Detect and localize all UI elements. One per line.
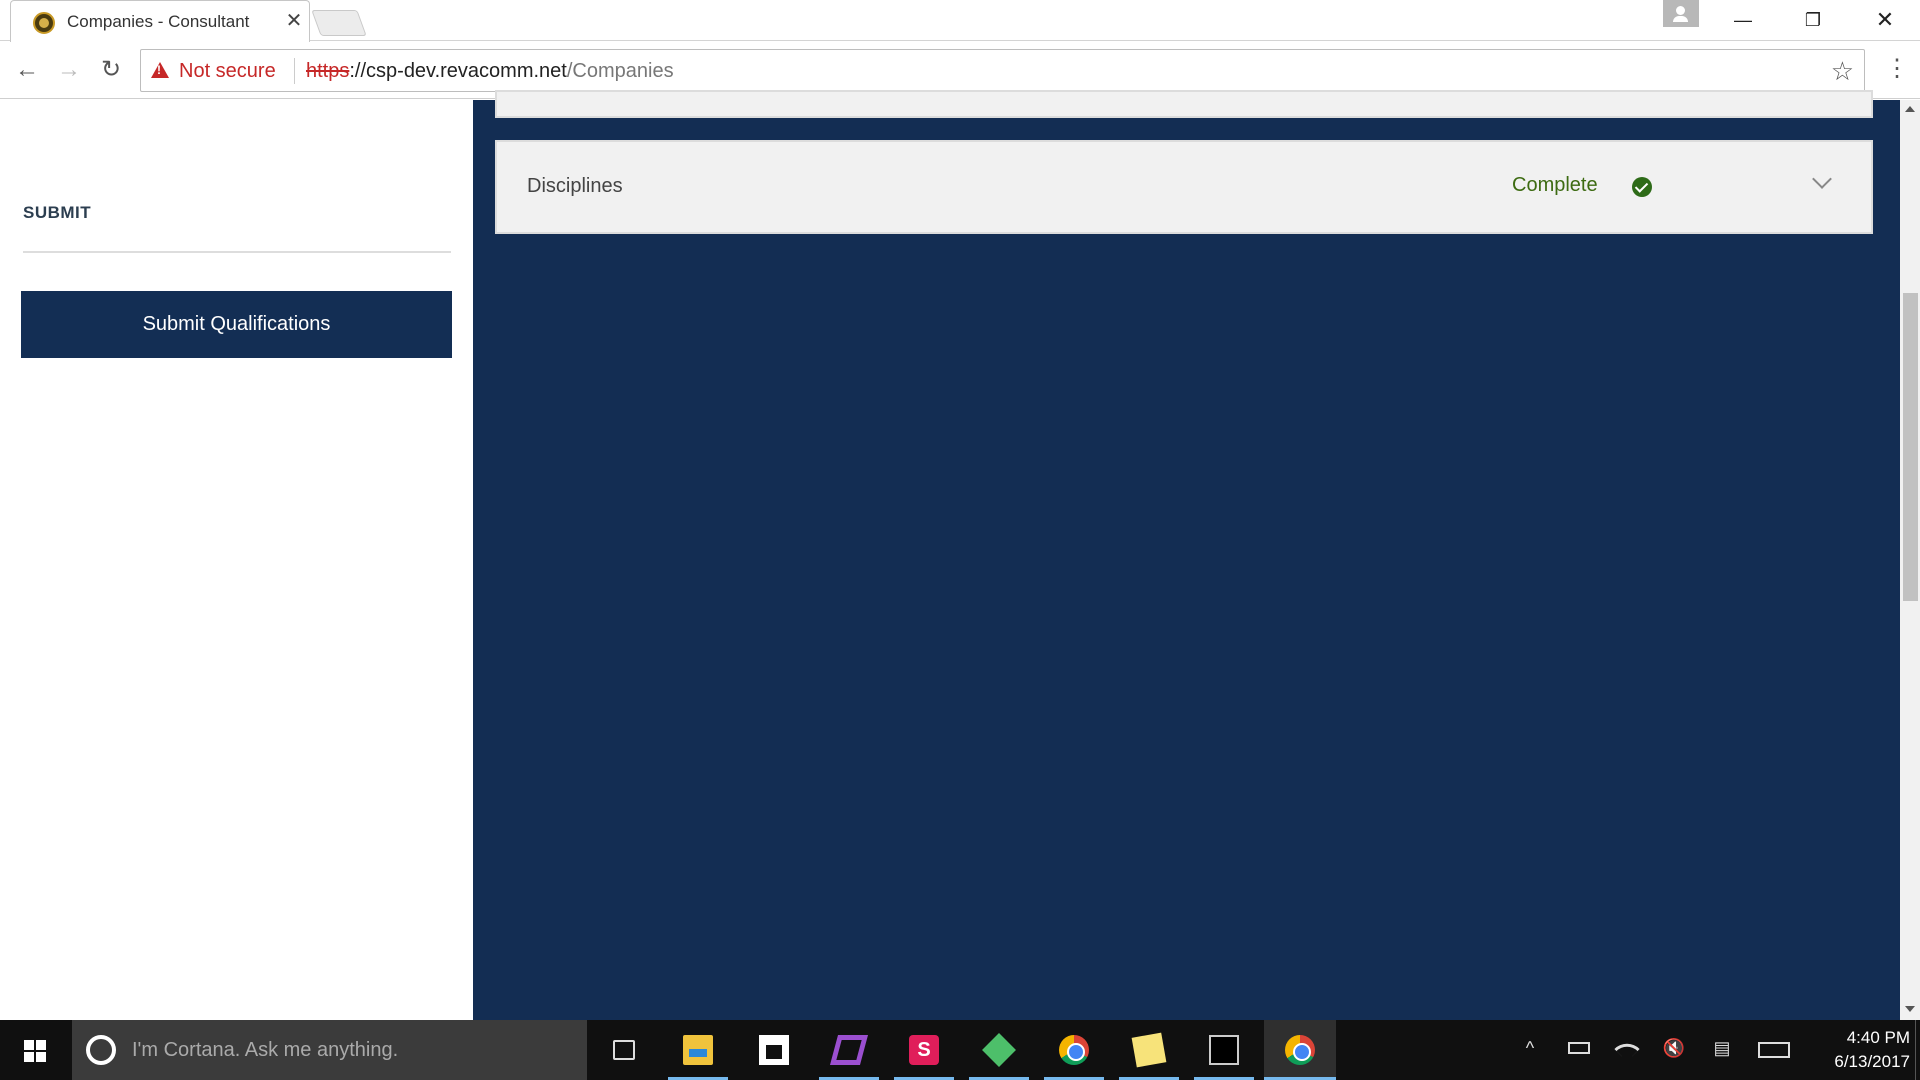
status-label: Complete <box>1512 174 1598 196</box>
submit-qualifications-button[interactable]: Submit Qualifications <box>21 291 452 358</box>
start-button[interactable] <box>0 1020 72 1080</box>
window-minimize-button[interactable]: — <box>1708 0 1778 40</box>
clock-date[interactable]: 6/13/2017 <box>1800 1052 1910 1072</box>
security-indicator[interactable]: Not secure <box>179 60 276 83</box>
taskbar-slack[interactable]: S <box>894 1020 954 1080</box>
page-content: SUBMIT Submit Qualifications Disciplines… <box>0 90 1900 1020</box>
taskbar-file-explorer[interactable] <box>668 1020 728 1080</box>
tab-title: Companies - Consultant <box>67 12 250 31</box>
tab-close-icon[interactable]: ✕ <box>283 9 305 33</box>
taskbar-store[interactable] <box>744 1020 804 1080</box>
taskbar-git-client[interactable] <box>969 1020 1029 1080</box>
taskbar-sticky-notes[interactable] <box>1119 1020 1179 1080</box>
browser-menu-icon[interactable]: ⋮ <box>1885 54 1909 84</box>
main-panel: Disciplines Complete <box>473 90 1900 1020</box>
reload-icon[interactable]: ↻ <box>94 53 128 87</box>
windows-logo-icon <box>24 1040 46 1062</box>
battery-icon[interactable] <box>1566 1038 1592 1062</box>
file-explorer-icon <box>683 1035 713 1065</box>
keyboard-shape <box>1758 1042 1790 1058</box>
bookmark-star-icon[interactable]: ☆ <box>1831 56 1854 87</box>
taskbar-visual-studio[interactable] <box>819 1020 879 1080</box>
chrome-icon <box>1285 1035 1315 1065</box>
check-circle-icon <box>1632 177 1652 197</box>
command-prompt-icon <box>1209 1035 1239 1065</box>
section-divider <box>23 251 451 253</box>
back-arrow-icon[interactable]: ← <box>10 53 44 87</box>
volume-muted-icon[interactable]: 🔇 <box>1660 1038 1688 1062</box>
url-path: /Companies <box>566 60 674 82</box>
taskbar-chrome[interactable] <box>1044 1020 1104 1080</box>
disciplines-accordion[interactable]: Disciplines Complete <box>495 140 1873 234</box>
forward-arrow-icon[interactable]: → <box>52 53 86 87</box>
site-favicon-icon <box>33 12 55 34</box>
touch-keyboard-icon[interactable] <box>1756 1038 1792 1062</box>
chrome-icon <box>1059 1035 1089 1065</box>
chevron-down-icon[interactable] <box>1812 169 1832 189</box>
visual-studio-icon <box>829 1035 869 1065</box>
task-view-icon <box>613 1040 635 1060</box>
window-restore-button[interactable]: ❐ <box>1778 0 1848 40</box>
scroll-down-arrow-icon[interactable] <box>1905 1006 1915 1012</box>
window-close-button[interactable]: ✕ <box>1850 0 1920 40</box>
new-tab-button[interactable] <box>311 10 367 36</box>
profile-icon[interactable] <box>1663 0 1699 27</box>
cortana-search-box[interactable]: I'm Cortana. Ask me anything. <box>72 1020 587 1080</box>
omnibox-divider <box>294 58 295 84</box>
taskbar-command-prompt[interactable] <box>1194 1020 1254 1080</box>
cortana-placeholder: I'm Cortana. Ask me anything. <box>132 1039 399 1061</box>
show-desktop-button[interactable] <box>1915 1020 1920 1080</box>
address-bar[interactable]: Not secure https://csp-dev.revacomm.net/… <box>140 49 1865 92</box>
scroll-thumb[interactable] <box>1903 293 1918 601</box>
submit-section-heading: SUBMIT <box>23 203 92 222</box>
store-icon <box>759 1035 789 1065</box>
url-host: ://csp-dev.revacomm.net <box>349 60 567 82</box>
scroll-up-arrow-icon[interactable] <box>1905 106 1915 112</box>
warning-icon <box>151 62 169 78</box>
url-text[interactable]: https://csp-dev.revacomm.net/Companies <box>306 60 674 83</box>
task-view-button[interactable] <box>594 1020 654 1080</box>
windows-taskbar: I'm Cortana. Ask me anything. S ^ 🔇 ▤ 4:… <box>0 1020 1920 1080</box>
action-center-icon[interactable]: ▤ <box>1708 1038 1736 1062</box>
tray-overflow-chevron-icon[interactable]: ^ <box>1518 1038 1542 1062</box>
wifi-icon[interactable] <box>1614 1036 1640 1062</box>
browser-tabstrip: Companies - Consultant ✕ — ❐ ✕ <box>0 0 1920 42</box>
git-client-icon <box>982 1033 1016 1067</box>
sidebar: SUBMIT Submit Qualifications <box>0 100 473 1020</box>
clock-time[interactable]: 4:40 PM <box>1800 1028 1910 1048</box>
previous-accordion-card[interactable] <box>495 90 1873 118</box>
battery-shape <box>1568 1042 1590 1054</box>
cortana-icon <box>86 1035 116 1065</box>
sticky-notes-icon <box>1131 1032 1167 1068</box>
browser-tab[interactable]: Companies - Consultant ✕ <box>10 0 310 42</box>
wifi-arc <box>1614 1036 1640 1062</box>
page-scrollbar[interactable] <box>1900 100 1920 1020</box>
slack-icon: S <box>909 1035 939 1065</box>
accordion-title: Disciplines <box>527 175 623 197</box>
taskbar-chrome-active[interactable] <box>1264 1020 1336 1080</box>
url-scheme: https <box>306 60 350 82</box>
